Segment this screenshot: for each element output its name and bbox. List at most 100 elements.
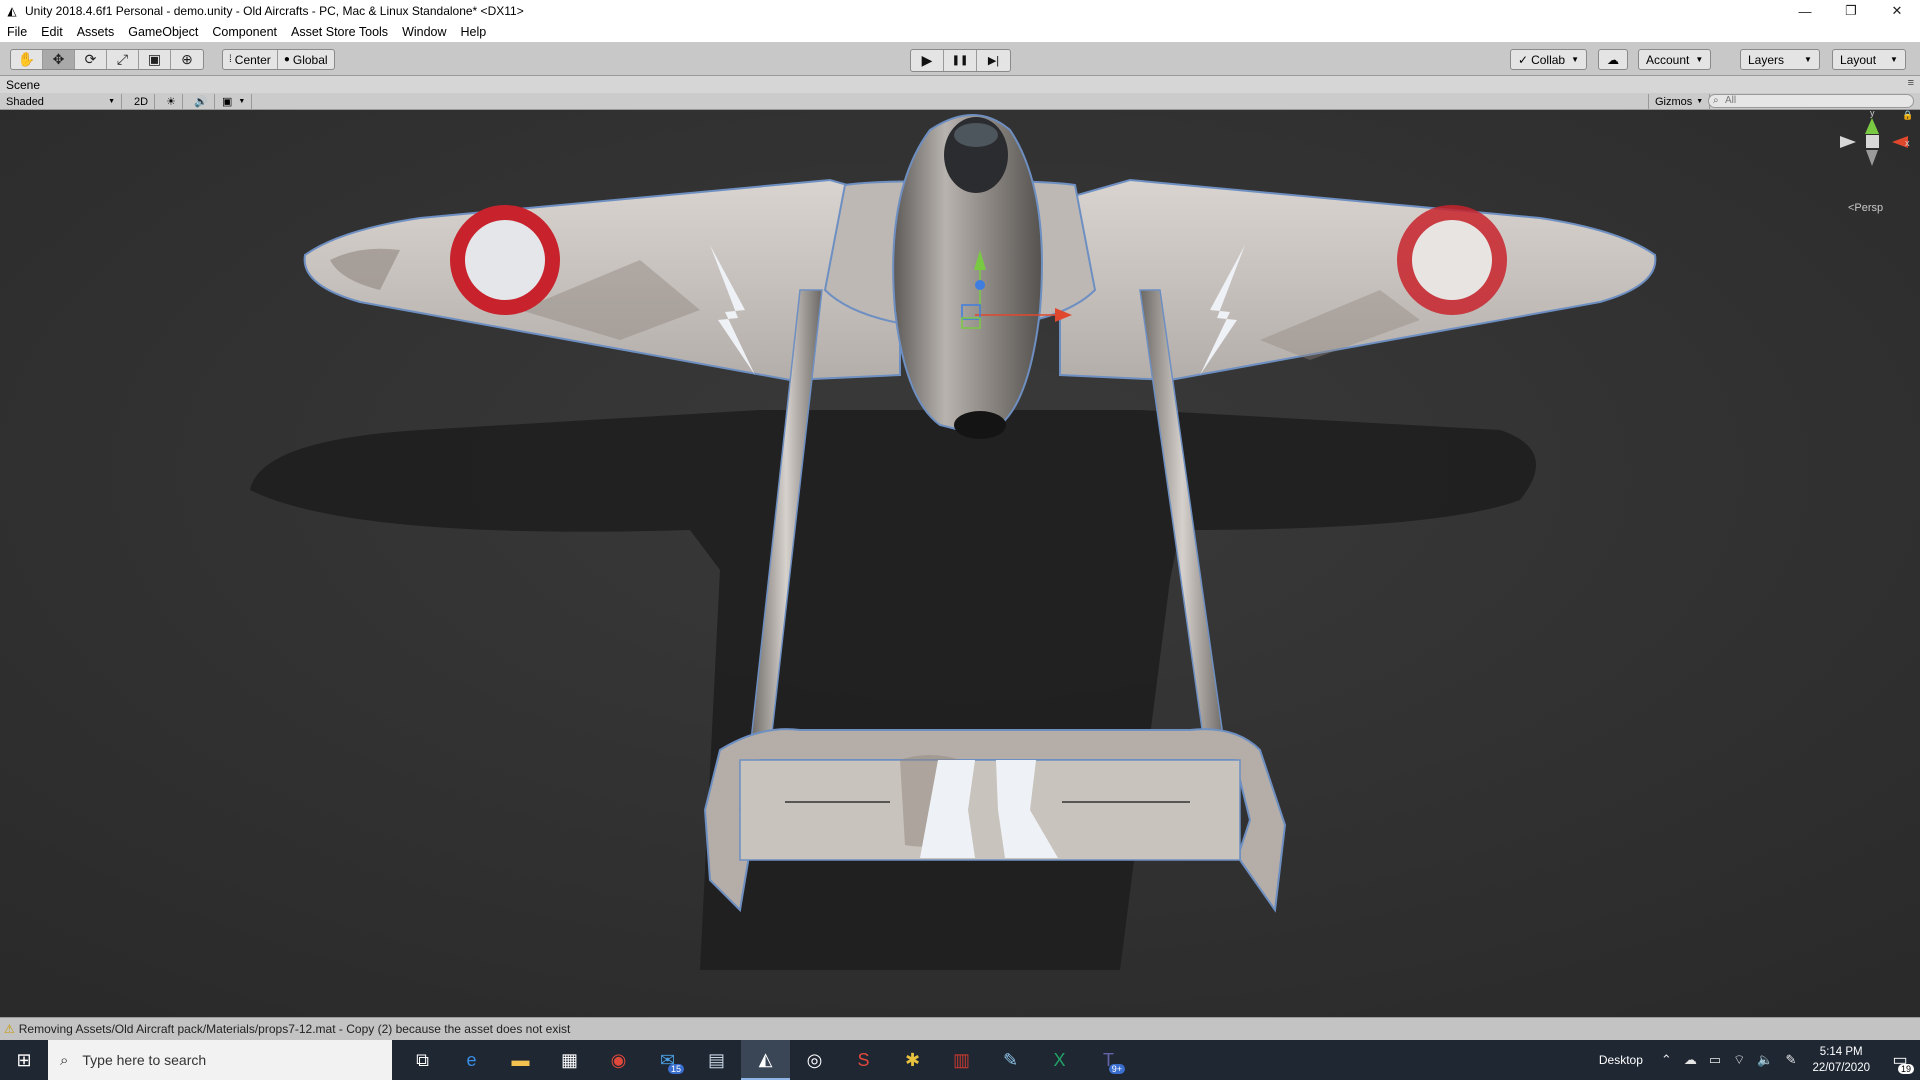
scene-search-input[interactable]: ⌕ All: [1708, 94, 1914, 108]
file-explorer-icon[interactable]: ▬: [496, 1040, 545, 1080]
winrar-icon[interactable]: ▥: [937, 1040, 986, 1080]
volume-icon[interactable]: 🔈: [1757, 1052, 1773, 1068]
window-title: Unity 2018.4.6f1 Personal - demo.unity -…: [25, 4, 524, 18]
taskbar-app-icons: ⧉ e ▬ ▦ ◉ ✉ 15 ▤ ◭ ◎ S ✱ ▥ ✎ X T 9+: [398, 1040, 1133, 1080]
notification-center-button[interactable]: ▭ 19: [1880, 1040, 1920, 1080]
persp-label[interactable]: <Persp: [1848, 202, 1883, 214]
pivot-center-button[interactable]: ⁞ Center: [223, 50, 278, 69]
menu-component[interactable]: Component: [212, 25, 277, 39]
transform-tools: ✋ ✥ ⟳ ⤢ ▣ ⊕: [10, 49, 204, 70]
clock-date: 22/07/2020: [1812, 1062, 1870, 1074]
scene-viewport[interactable]: y x 🔒 <Persp: [0, 110, 1920, 1017]
slack-icon[interactable]: ✱: [888, 1040, 937, 1080]
pivot-global-button[interactable]: ● Global: [278, 50, 334, 69]
exhaust-nozzle: [954, 411, 1006, 439]
onedrive-icon[interactable]: ☁: [1684, 1052, 1697, 1068]
winrar-icon-glyph: ▥: [952, 1049, 970, 1070]
chevron-down-icon: ▼: [1890, 55, 1898, 64]
unity-hub-icon-glyph: ◎: [806, 1049, 823, 1070]
pen-icon[interactable]: ✎: [1786, 1052, 1797, 1068]
layout-dropdown[interactable]: Layout ▼: [1832, 49, 1906, 70]
menu-edit[interactable]: Edit: [41, 25, 63, 39]
restore-button[interactable]: ❐: [1828, 0, 1874, 22]
title-bar: ◭ Unity 2018.4.6f1 Personal - demo.unity…: [0, 0, 1920, 22]
edge-icon[interactable]: e: [447, 1040, 496, 1080]
aircraft-fuselage: [892, 114, 1043, 439]
lock-icon[interactable]: 🔒: [1902, 110, 1913, 121]
paint-icon[interactable]: ✎: [986, 1040, 1035, 1080]
teams-icon[interactable]: T 9+: [1084, 1040, 1133, 1080]
tab-menu-icon[interactable]: ≡: [1908, 77, 1914, 89]
pause-button[interactable]: ❚❚: [944, 50, 977, 71]
windows-taskbar: ⊞ ⌕ Type here to search ⧉ e ▬ ▦ ◉ ✉ 15 ▤ ◭ ◎ S ✱ ▥ ✎ X…: [0, 1040, 1920, 1080]
cloud-icon: ☁: [1607, 52, 1619, 67]
hand-tool-icon[interactable]: ✋: [11, 50, 43, 69]
printer-app-icon-glyph: ▤: [707, 1049, 725, 1070]
minimize-button[interactable]: —: [1782, 0, 1828, 22]
close-button[interactable]: ✕: [1874, 0, 1920, 22]
store-icon-glyph: ▦: [560, 1049, 578, 1070]
menu-gameobject[interactable]: GameObject: [128, 25, 198, 39]
chevron-up-icon[interactable]: ⌃: [1661, 1052, 1672, 1068]
cloud-button[interactable]: ☁: [1598, 49, 1628, 70]
menu-asset-store-tools[interactable]: Asset Store Tools: [291, 25, 388, 39]
play-controls: ▶ ❚❚ ▶|: [910, 49, 1011, 72]
play-button[interactable]: ▶: [911, 50, 944, 71]
account-button[interactable]: Account ▼: [1638, 49, 1712, 70]
menu-file[interactable]: File: [7, 25, 27, 39]
wifi-icon[interactable]: ⌔: [1733, 1052, 1745, 1068]
check-icon: ✓: [1518, 52, 1529, 67]
windows-logo-icon: ⊞: [16, 1049, 32, 1070]
menu-assets[interactable]: Assets: [77, 25, 115, 39]
clock-time: 5:14 PM: [1819, 1046, 1863, 1058]
2d-toggle[interactable]: 2D: [128, 94, 156, 109]
step-button[interactable]: ▶|: [977, 50, 1010, 71]
unity-hub-icon[interactable]: ◎: [790, 1040, 839, 1080]
file-explorer-icon-glyph: ▬: [511, 1049, 530, 1070]
move-tool-icon[interactable]: ✥: [43, 50, 75, 69]
system-tray: Desktop ⌃ ☁ ▭ ⌔ 🔈 ✎ 5:14 PM 22/07/2020 ▭…: [1599, 1040, 1920, 1080]
menu-window[interactable]: Window: [402, 25, 446, 39]
chevron-down-icon: ▼: [108, 98, 115, 105]
clock[interactable]: 5:14 PM 22/07/2020: [1812, 1044, 1870, 1076]
audio-toggle-icon[interactable]: 🔊: [188, 94, 215, 109]
shading-mode-dropdown[interactable]: Shaded ▼: [0, 94, 122, 109]
layers-dropdown[interactable]: Layers ▼: [1740, 49, 1820, 70]
printer-app-icon[interactable]: ▤: [692, 1040, 741, 1080]
main-toolbar: ✋ ✥ ⟳ ⤢ ▣ ⊕ ⁞ Center ● Global ▶ ❚❚ ▶| ✓ Col…: [0, 42, 1920, 76]
mail-icon[interactable]: ✉ 15: [643, 1040, 692, 1080]
gizmos-dropdown[interactable]: Gizmos ▼: [1648, 94, 1711, 109]
chrome-icon[interactable]: ◉: [594, 1040, 643, 1080]
chrome-icon-glyph: ◉: [610, 1049, 627, 1070]
warning-icon: ⚠: [4, 1022, 15, 1036]
taskbar-search-input[interactable]: ⌕ Type here to search: [48, 1040, 392, 1080]
scene-tab[interactable]: Scene: [6, 78, 40, 92]
transform-tool-icon[interactable]: ⊕: [171, 50, 203, 69]
notification-count: 19: [1897, 1064, 1914, 1074]
teams-icon-badge: 9+: [1108, 1064, 1125, 1074]
edge-icon-glyph: e: [466, 1049, 477, 1070]
gizmo-center-cube[interactable]: [1866, 135, 1879, 148]
start-button[interactable]: ⊞: [0, 1040, 48, 1080]
scale-tool-icon[interactable]: ⤢: [107, 50, 139, 69]
store-icon[interactable]: ▦: [545, 1040, 594, 1080]
excel-icon[interactable]: X: [1035, 1040, 1084, 1080]
unity-icon[interactable]: ◭: [741, 1040, 790, 1080]
scene-tab-bar: Scene ≡: [0, 76, 1920, 93]
gizmo-z-arrow[interactable]: [975, 280, 985, 290]
task-view-icon[interactable]: ⧉: [398, 1040, 447, 1080]
chevron-down-icon: ▼: [1571, 55, 1580, 64]
battery-icon[interactable]: ▭: [1709, 1052, 1721, 1068]
chevron-down-icon: ▼: [1696, 98, 1704, 105]
status-bar[interactable]: ⚠ Removing Assets/Old Aircraft pack/Mate…: [0, 1017, 1920, 1040]
lighting-toggle-icon[interactable]: ☀: [160, 94, 183, 109]
desktop-toolbar[interactable]: Desktop: [1599, 1053, 1643, 1067]
scene-render: y x 🔒: [0, 110, 1920, 1017]
rect-tool-icon[interactable]: ▣: [139, 50, 171, 69]
effects-dropdown-icon[interactable]: ▣ ▼: [216, 94, 253, 109]
sketchup-icon[interactable]: S: [839, 1040, 888, 1080]
rotate-tool-icon[interactable]: ⟳: [75, 50, 107, 69]
menu-help[interactable]: Help: [461, 25, 487, 39]
collab-button[interactable]: ✓ Collab ▼: [1510, 49, 1588, 70]
gizmo-x-label: x: [1905, 138, 1910, 148]
